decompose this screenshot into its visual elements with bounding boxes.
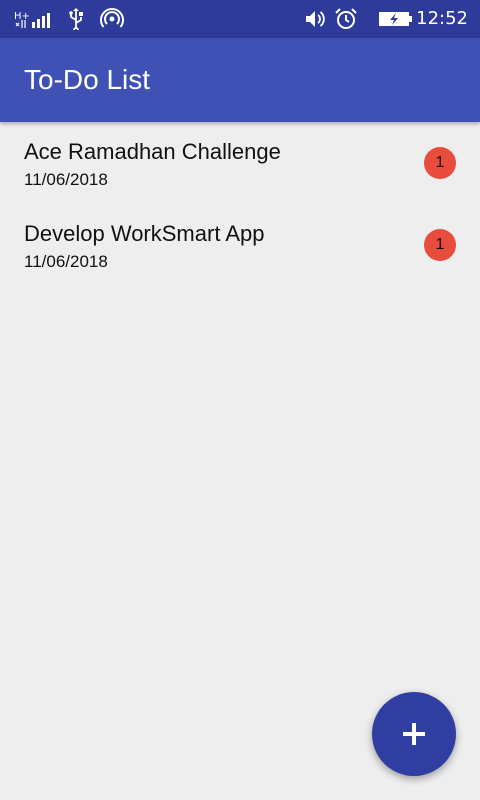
status-clock: 12:52 bbox=[416, 8, 468, 29]
app-bar: To-Do List bbox=[0, 38, 480, 122]
usb-icon bbox=[66, 8, 86, 30]
list-item[interactable]: Develop WorkSmart App 11/06/2018 1 bbox=[0, 204, 480, 286]
task-title: Ace Ramadhan Challenge bbox=[24, 139, 281, 164]
add-task-button[interactable] bbox=[372, 692, 456, 776]
hotspot-icon bbox=[100, 8, 124, 30]
task-list: Ace Ramadhan Challenge 11/06/2018 1 Deve… bbox=[0, 122, 480, 286]
volume-icon bbox=[304, 8, 328, 30]
list-item[interactable]: Ace Ramadhan Challenge 11/06/2018 1 bbox=[0, 122, 480, 204]
add-icon bbox=[401, 721, 427, 747]
alarm-icon bbox=[334, 8, 358, 30]
task-title: Develop WorkSmart App bbox=[24, 221, 265, 246]
count-badge: 1 bbox=[424, 229, 456, 261]
battery-charging-icon bbox=[378, 8, 414, 30]
status-bar: H+ 12:52 bbox=[0, 0, 480, 38]
count-badge: 1 bbox=[424, 147, 456, 179]
page-title: To-Do List bbox=[24, 64, 151, 95]
task-date: 11/06/2018 bbox=[24, 170, 108, 189]
network-signal-icon: H+ bbox=[14, 8, 56, 30]
task-date: 11/06/2018 bbox=[24, 252, 108, 271]
